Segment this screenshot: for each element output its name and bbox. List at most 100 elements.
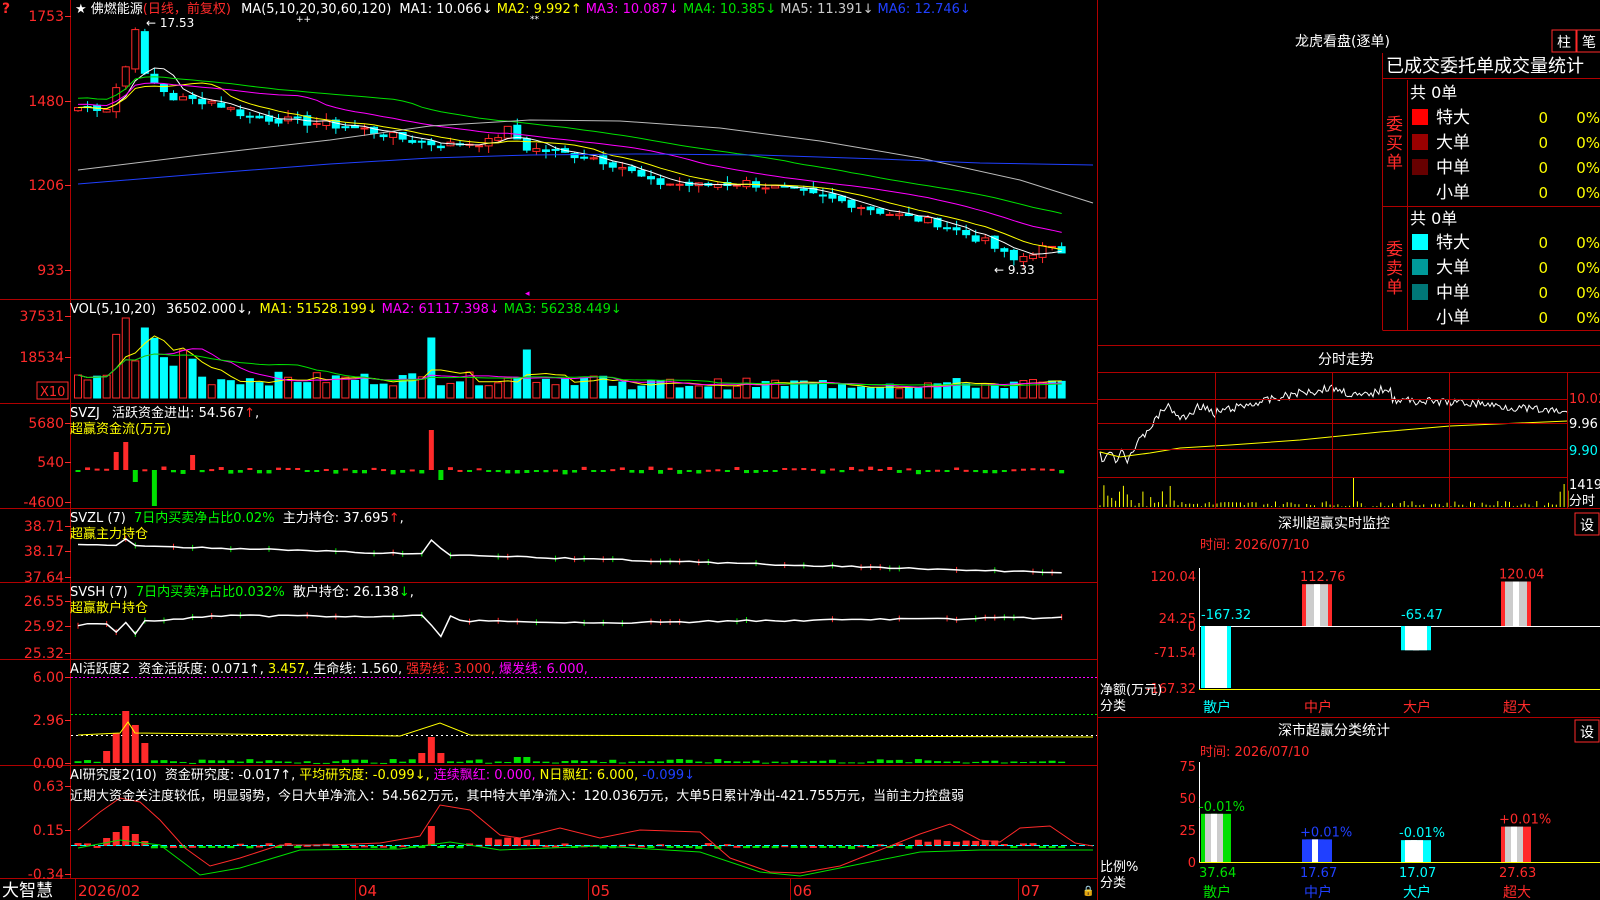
volume-bar: [456, 381, 464, 399]
monitor-bar: [1201, 626, 1231, 688]
activity-bar: [494, 761, 502, 763]
row-name: 小单: [1436, 308, 1470, 328]
svsh-chart[interactable]: [77, 612, 1063, 638]
volume-bar: [217, 379, 226, 399]
candle-up: [666, 183, 675, 186]
vol-y-axis: 37531 18534: [19, 309, 71, 366]
help-icon[interactable]: ?: [2, 1, 10, 17]
vol-ma-2: MA2: 61117.398↓: [382, 302, 500, 317]
monitor-bar-core: [1513, 581, 1519, 626]
ai1-item-4: 强势线: 3.000,: [406, 661, 495, 677]
bar-view-button[interactable]: 柱: [1551, 29, 1577, 53]
research-bar: [685, 846, 693, 848]
terminal-canvas: ++ **◂ 120.0424.250-71.54-167.32-167.32散户…: [0, 0, 1600, 900]
fund-flow-bar: [935, 469, 940, 472]
ai1-item-3: 生命线: 1.560,: [313, 661, 402, 677]
ai-activity-chart[interactable]: [71, 677, 1097, 764]
fund-flow-bar: [696, 470, 702, 474]
fund-flow-bar: [572, 470, 578, 473]
class-delta-label: -0.01%: [1399, 826, 1445, 841]
activity-bar: [255, 761, 263, 763]
ma-line: [77, 82, 1062, 233]
activity-bar: [160, 760, 168, 763]
price-chart[interactable]: ++ **◂: [74, 15, 1094, 299]
volume-bar: [350, 379, 359, 399]
activity-bar: [313, 762, 321, 764]
candle-up: [532, 148, 541, 152]
volume-bar: [561, 378, 570, 399]
volume-bar: [1000, 388, 1009, 399]
svzl-header: SVZL (7) 7日内买卖净占比0.02% 主力持仓: 37.695↑,: [70, 510, 404, 526]
activity-bar: [112, 733, 120, 763]
fund-flow-bar: [419, 470, 425, 474]
volume-bar: [895, 388, 904, 399]
tick-view-button[interactable]: 笔: [1576, 29, 1600, 53]
ai-research-chart[interactable]: [71, 797, 1097, 877]
volume-bar: [370, 384, 379, 399]
volume-bar: [226, 380, 235, 399]
fund-flow-bar: [1020, 468, 1026, 471]
svzj-chart[interactable]: [75, 430, 1065, 506]
class-delta-label: +0.01%: [1499, 813, 1551, 828]
row-count: 0: [1538, 109, 1548, 127]
monitor-value-label: -167.32: [1201, 608, 1251, 623]
class-value-label: 37.64: [1199, 866, 1236, 881]
activity-bar: [1000, 762, 1008, 764]
research-bar: [790, 846, 798, 848]
candle-up: [226, 107, 235, 110]
fund-flow-bar: [342, 468, 348, 471]
fund-flow-bar: [476, 468, 482, 471]
fund-flow-bar: [954, 467, 960, 470]
class-delta-label: +0.01%: [1300, 825, 1352, 840]
svzl-chart[interactable]: [77, 535, 1062, 576]
volume-bar: [828, 388, 837, 399]
activity-line: [77, 721, 1094, 738]
candle-down: [417, 140, 426, 143]
candle-up: [131, 29, 140, 70]
intraday-chart[interactable]: [1099, 383, 1569, 507]
row-pct: 0%: [1576, 234, 1600, 252]
volume-bar: [198, 376, 207, 399]
candle-down: [876, 208, 885, 214]
activity-bar: [590, 760, 598, 763]
lock-icon[interactable]: 🔒: [1082, 885, 1094, 897]
legend-swatch: [1412, 109, 1428, 125]
y-tick-label: -4600: [23, 495, 64, 511]
research-bar: [456, 846, 464, 849]
candle-up: [503, 125, 512, 139]
ma-line: [77, 82, 1062, 250]
candle-down: [838, 195, 846, 202]
activity-bar: [332, 761, 340, 763]
research-bar: [676, 846, 684, 848]
candle-up: [885, 213, 894, 216]
activity-bar: [580, 760, 588, 763]
activity-bar: [284, 761, 292, 763]
buy-rows: 特大 0 0% 大单 0 0% 中单 0 0% 小单 0 0%: [1412, 108, 1600, 203]
volume-bar: [236, 384, 245, 399]
volume-chart[interactable]: [74, 317, 1066, 399]
fund-flow-bar: [715, 469, 721, 472]
volume-bar: [608, 385, 617, 399]
fund-flow-bar: [514, 470, 520, 474]
research-bar: [122, 826, 130, 846]
fund-flow-bar: [925, 470, 931, 472]
research-bar: [647, 846, 655, 848]
monitor-settings-button[interactable]: 设: [1574, 512, 1600, 536]
research-bar: [513, 837, 521, 846]
ai2-item-1: 资金研究度: -0.017↑,: [165, 767, 295, 783]
activity-bar: [857, 762, 865, 764]
volume-bar: [885, 383, 894, 399]
activity-bar: [150, 760, 158, 763]
candle-up: [484, 137, 493, 147]
monitor-value-label: -65.47: [1401, 608, 1443, 623]
row-count: 0: [1538, 184, 1548, 202]
legend-swatch: [1412, 234, 1428, 250]
fund-flow-bar: [314, 470, 320, 472]
y-tick-label: 0.63: [33, 779, 64, 795]
class-settings-button[interactable]: 设: [1574, 719, 1600, 743]
candle-down: [647, 176, 655, 180]
svzj-y-axis: 5680 540 -4600: [23, 416, 71, 511]
volume-bar: [838, 384, 846, 399]
fund-flow-bar: [763, 470, 769, 472]
ai2-item-5: -0.099↓: [642, 768, 695, 783]
